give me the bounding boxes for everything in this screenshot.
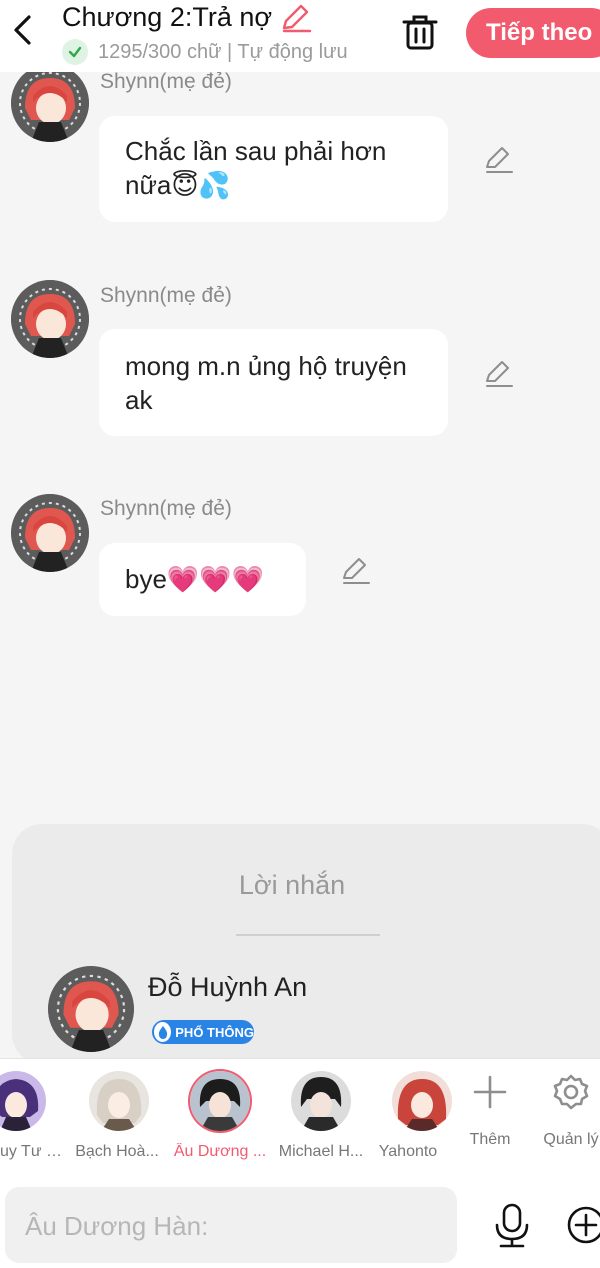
character-name: Michael H... xyxy=(278,1143,364,1160)
character-item[interactable]: uy Tư Đ... xyxy=(0,1059,70,1175)
message-input-box[interactable] xyxy=(5,1187,457,1265)
chapter-title[interactable]: Chương 2:Trả nợ xyxy=(62,2,272,33)
input-row xyxy=(0,1175,600,1268)
character-name: uy Tư Đ... xyxy=(0,1143,62,1160)
word-count-status: 1295/300 chữ | Tự động lưu xyxy=(98,40,348,63)
character-avatar xyxy=(0,1071,46,1131)
avatar[interactable] xyxy=(11,494,89,572)
badge-label: PHỔ THÔNG xyxy=(175,1024,254,1040)
sender-name: Shynn(mẹ đẻ) xyxy=(100,284,232,307)
character-name: Bạch Hoà... xyxy=(75,1143,159,1160)
character-item[interactable]: Bạch Hoà... xyxy=(72,1059,162,1175)
edit-message-icon[interactable] xyxy=(484,359,514,389)
gear-icon xyxy=(553,1074,589,1110)
sender-name: Shynn(mẹ đẻ) xyxy=(100,70,232,93)
message-bubble[interactable]: mong m.n ủng hộ truyện ak xyxy=(99,329,448,436)
add-character-button[interactable]: Thêm xyxy=(460,1059,520,1175)
author-name: Đỗ Huỳnh An xyxy=(148,972,308,1002)
character-item-selected[interactable]: Âu Dương ... xyxy=(172,1059,268,1175)
message-input[interactable] xyxy=(5,1187,447,1265)
plus-icon xyxy=(473,1075,507,1109)
drop-icon xyxy=(154,1022,172,1042)
character-name: Âu Dương ... xyxy=(173,1143,267,1160)
plus-circle-icon[interactable] xyxy=(566,1205,600,1245)
save-status: 1295/300 chữ | Tự động lưu xyxy=(62,38,348,66)
character-bar: uy Tư Đ... Bạch Hoà... Âu Dương ... xyxy=(0,1058,600,1175)
top-bar: Chương 2:Trả nợ 1295/300 chữ | Tự động l… xyxy=(0,0,600,72)
character-item[interactable]: Yahonto xyxy=(372,1059,452,1175)
character-item[interactable]: Michael H... xyxy=(274,1059,368,1175)
sender-name: Shynn(mẹ đẻ) xyxy=(100,497,232,520)
avatar[interactable] xyxy=(11,64,89,142)
edit-message-icon[interactable] xyxy=(484,145,514,175)
author-avatar xyxy=(48,966,134,1052)
edit-message-icon[interactable] xyxy=(341,556,371,586)
character-avatar xyxy=(291,1071,351,1131)
membership-badge: PHỔ THÔNG xyxy=(152,1020,254,1044)
note-panel: Lời nhắn Đỗ Huỳnh An PHỔ THÔNG xyxy=(12,824,600,1064)
message-bubble[interactable]: Chắc lần sau phải hơn nữa😇💦 xyxy=(99,116,448,222)
character-avatar xyxy=(190,1071,250,1131)
message-bubble[interactable]: bye💗💗💗 xyxy=(99,543,306,616)
back-button[interactable] xyxy=(6,12,38,48)
check-icon xyxy=(62,39,88,65)
character-avatar xyxy=(392,1071,452,1131)
manage-label: Quản lý xyxy=(543,1131,599,1148)
avatar[interactable] xyxy=(11,280,89,358)
character-name: Yahonto xyxy=(378,1143,438,1160)
manage-button[interactable]: Quản lý xyxy=(538,1059,600,1175)
trash-icon[interactable] xyxy=(400,12,440,52)
back-arrow-icon xyxy=(14,15,31,45)
character-avatar xyxy=(89,1071,149,1131)
more-label: Thêm xyxy=(469,1131,511,1148)
divider xyxy=(236,934,380,936)
next-button[interactable]: Tiếp theo xyxy=(466,8,600,58)
note-title: Lời nhắn xyxy=(238,870,346,900)
title-pencil-icon[interactable] xyxy=(280,4,312,34)
mic-icon[interactable] xyxy=(492,1203,532,1249)
